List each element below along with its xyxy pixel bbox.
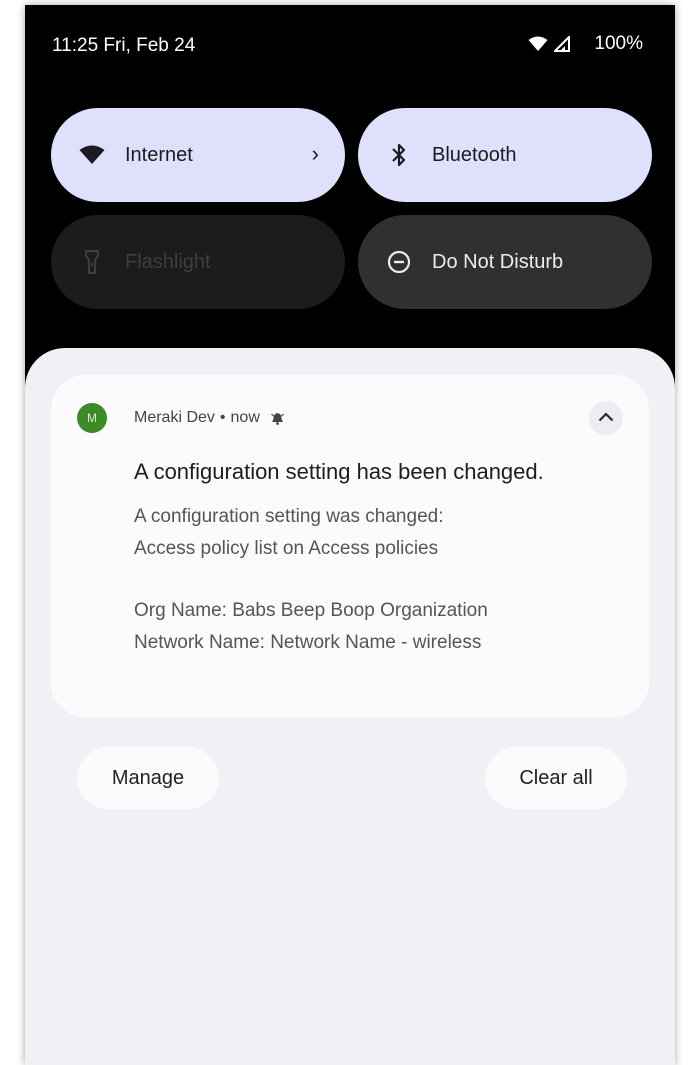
body-line: A configuration setting was changed: (134, 506, 444, 527)
tile-do-not-disturb[interactable]: Do Not Disturb (358, 215, 652, 309)
network-name-line: Network Name: Network Name - wireless (134, 632, 482, 653)
manage-button[interactable]: Manage (77, 747, 219, 809)
tile-do-not-disturb-label: Do Not Disturb (432, 250, 564, 273)
app-name: Meraki Dev (134, 409, 215, 426)
tile-bluetooth[interactable]: Bluetooth (358, 108, 652, 202)
flashlight-icon (79, 249, 105, 275)
battery-level: 100% (594, 33, 643, 54)
chevron-up-icon (598, 409, 614, 427)
do-not-disturb-icon (386, 249, 412, 275)
tile-flashlight-label: Flashlight (125, 250, 211, 273)
bluetooth-icon (386, 142, 412, 168)
notification-time: now (230, 409, 260, 426)
cell-signal-icon (554, 36, 571, 52)
status-icons: 100% (528, 33, 643, 55)
wifi-icon (79, 142, 105, 168)
wifi-icon (528, 36, 548, 52)
phone-screen: 11:25 Fri, Feb 24 100% Internet › Blueto… (25, 5, 675, 1065)
tile-internet-label: Internet (125, 143, 193, 166)
status-bar: 11:25 Fri, Feb 24 100% (25, 5, 675, 85)
status-time: 11:25 Fri, Feb 24 (52, 35, 196, 56)
tile-bluetooth-label: Bluetooth (432, 143, 517, 166)
chevron-right-icon[interactable]: › (312, 141, 319, 167)
body-line: Access policy list on Access policies (134, 538, 439, 559)
notification-body: A configuration setting was changed: Acc… (134, 501, 488, 659)
notification-header: Meraki Dev • now (134, 409, 284, 427)
clear-all-button[interactable]: Clear all (485, 747, 627, 809)
tile-flashlight[interactable]: Flashlight (51, 215, 345, 309)
org-name-line: Org Name: Babs Beep Boop Organization (134, 600, 488, 621)
collapse-button[interactable] (589, 401, 623, 435)
header-separator: • (219, 409, 226, 426)
tile-internet[interactable]: Internet › (51, 108, 345, 202)
app-icon: M (77, 403, 107, 433)
alerting-bell-icon (270, 412, 284, 425)
notification-card[interactable]: M Meraki Dev • now A configuration setti… (51, 375, 649, 717)
notification-title: A configuration setting has been changed… (134, 459, 544, 484)
